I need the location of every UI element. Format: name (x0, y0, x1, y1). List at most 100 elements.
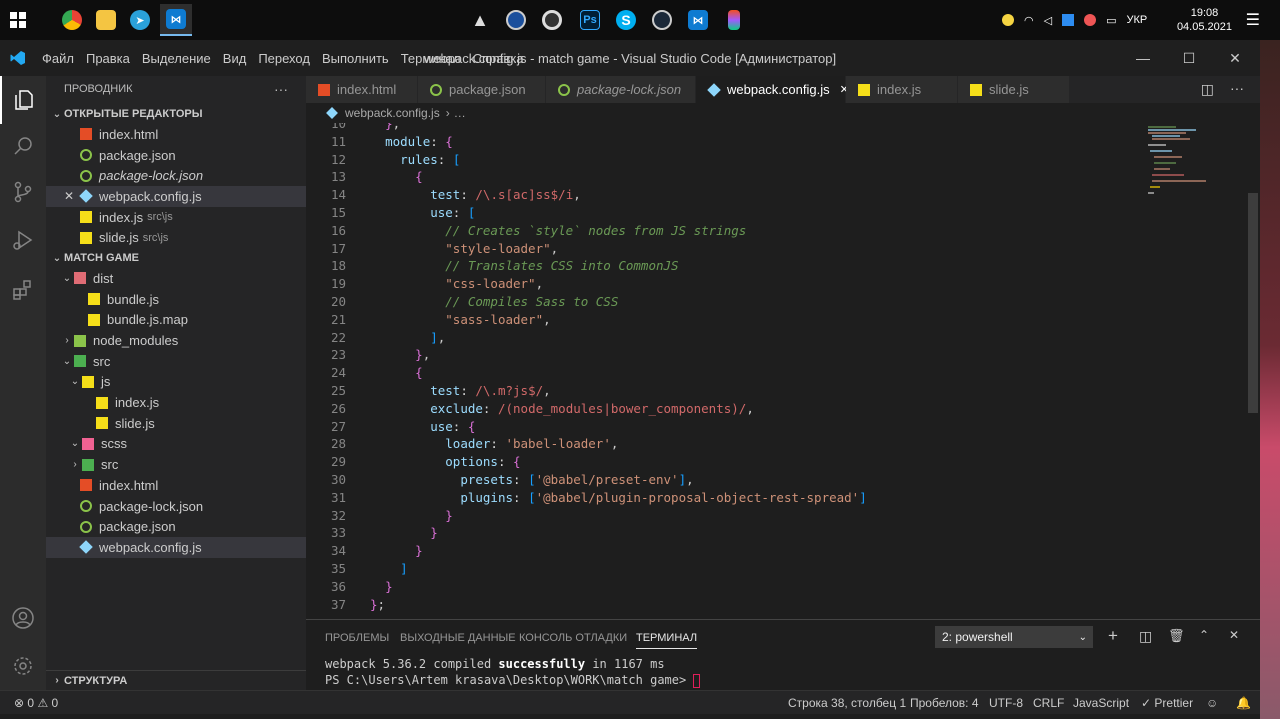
more-actions-icon[interactable]: ··· (1230, 80, 1244, 96)
breadcrumb-file[interactable]: webpack.config.js (345, 106, 440, 120)
settings-gear-icon[interactable] (0, 642, 46, 690)
folder-row[interactable]: ⌄ js (46, 372, 306, 393)
vscode2-taskbar-icon[interactable]: ⋈ (682, 4, 714, 36)
folder-row[interactable]: ⌄ scss (46, 434, 306, 455)
vertical-scrollbar[interactable] (1248, 193, 1258, 413)
encoding[interactable]: UTF-8 (989, 696, 1023, 710)
code-line[interactable]: 33 } (306, 524, 1146, 542)
code-line[interactable]: 19 "css-loader", (306, 275, 1146, 293)
open-editor-item-active[interactable]: ✕ webpack.config.js (46, 186, 306, 207)
telegram-taskbar-icon[interactable]: ➤ (124, 4, 156, 36)
code-line[interactable]: 27 use: { (306, 418, 1146, 436)
tab-webpack-config[interactable]: webpack.config.js ✕ (696, 76, 849, 103)
cinema4d-taskbar-icon[interactable] (500, 4, 532, 36)
vscode-taskbar-icon[interactable]: ⋈ (160, 4, 192, 36)
menu-go[interactable]: Переход (252, 51, 316, 66)
steam-taskbar-icon[interactable] (646, 4, 678, 36)
menu-view[interactable]: Вид (217, 51, 253, 66)
minimize-button[interactable]: — (1120, 40, 1166, 76)
code-line[interactable]: 22 ], (306, 329, 1146, 347)
file-row[interactable]: slide.js (46, 413, 306, 434)
open-editor-item[interactable]: index.html (46, 124, 306, 145)
open-editor-item[interactable]: slide.js src\js (46, 227, 306, 248)
code-editor[interactable]: 10 }, 11 module: {12 rules: [13 {14 test:… (306, 123, 1260, 619)
menu-edit[interactable]: Правка (80, 51, 136, 66)
minimap[interactable] (1146, 123, 1246, 203)
obs-taskbar-icon[interactable] (536, 4, 568, 36)
code-line[interactable]: 12 rules: [ (306, 151, 1146, 169)
language-mode[interactable]: JavaScript (1073, 696, 1129, 710)
code-line[interactable]: 20 // Compiles Sass to CSS (306, 293, 1146, 311)
wifi-icon[interactable]: ◠ (1024, 14, 1034, 27)
file-row[interactable]: bundle.js.map (46, 310, 306, 331)
tab-problems[interactable]: ПРОБЛЕМЫ (325, 632, 389, 644)
close-editor-icon[interactable]: ✕ (64, 189, 80, 203)
maximize-panel-icon[interactable]: ⌃ (1199, 628, 1209, 642)
maximize-button[interactable]: ☐ (1166, 40, 1212, 76)
code-line[interactable]: 15 use: [ (306, 204, 1146, 222)
code-line[interactable]: 31 plugins: ['@babel/plugin-proposal-obj… (306, 489, 1146, 507)
folder-row[interactable]: ⌄ src (46, 351, 306, 372)
chrome-taskbar-icon[interactable] (56, 4, 88, 36)
code-line[interactable]: 10 }, (306, 123, 1146, 133)
explorer-icon[interactable] (0, 76, 46, 124)
code-line[interactable]: 35 ] (306, 560, 1146, 578)
problems-status[interactable]: ⊗ 0 ⚠ 0 (14, 696, 58, 710)
code-line[interactable]: 21 "sass-loader", (306, 311, 1146, 329)
tab-output[interactable]: ВЫХОДНЫЕ ДАННЫЕ (400, 632, 516, 644)
notifications-icon[interactable]: ☰ (1246, 10, 1260, 30)
breadcrumb-more[interactable]: … (454, 106, 466, 120)
volume-icon[interactable]: ◁ (1044, 14, 1052, 27)
extensions-icon[interactable] (0, 266, 46, 314)
project-section[interactable]: ⌄ MATCH GAME (46, 248, 306, 268)
close-button[interactable]: ✕ (1212, 40, 1258, 76)
code-line[interactable]: 23 }, (306, 346, 1146, 364)
feedback-icon[interactable]: ☺ (1206, 696, 1218, 710)
language-indicator[interactable]: УКР (1126, 14, 1147, 26)
cursor-position[interactable]: Строка 38, столбец 1 (788, 696, 906, 710)
folder-row[interactable]: ⌄ dist (46, 268, 306, 289)
menu-run[interactable]: Выполнить (316, 51, 395, 66)
photoshop-taskbar-icon[interactable]: Ps (574, 4, 606, 36)
close-panel-icon[interactable]: ✕ (1229, 628, 1239, 642)
battery-icon[interactable]: ▭ (1106, 14, 1116, 27)
code-line[interactable]: 24 { (306, 364, 1146, 382)
split-editor-icon[interactable]: ◫ (1201, 81, 1214, 98)
assassins-creed-taskbar-icon[interactable]: ▲ (464, 4, 496, 36)
code-line[interactable]: 37}; (306, 596, 1146, 614)
tray-app3-icon[interactable] (1084, 14, 1097, 26)
open-editor-item[interactable]: index.js src\js (46, 207, 306, 228)
figma-taskbar-icon[interactable] (718, 4, 750, 36)
new-terminal-icon[interactable]: + (1108, 626, 1118, 646)
tab-index-html[interactable]: index.html (306, 76, 418, 103)
terminal-prompt-line[interactable]: PS C:\Users\Artem krasava\Desktop\WORK\m… (325, 673, 701, 688)
menu-help[interactable]: Справка (467, 51, 530, 66)
code-line[interactable]: 14 test: /\.s[ac]ss$/i, (306, 186, 1146, 204)
code-line[interactable]: 29 options: { (306, 453, 1146, 471)
tab-package-lock-json[interactable]: package-lock.json (546, 76, 696, 103)
tab-package-json[interactable]: package.json (418, 76, 546, 103)
code-line[interactable]: 30 presets: ['@babel/preset-env'], (306, 471, 1146, 489)
tab-slide-js[interactable]: slide.js (958, 76, 1070, 103)
search-icon[interactable] (0, 122, 46, 170)
folder-row[interactable]: › src (46, 454, 306, 475)
trash-icon[interactable]: 🗑 (1168, 628, 1185, 644)
outline-section[interactable]: › СТРУКТУРА (46, 670, 306, 690)
eol[interactable]: CRLF (1033, 696, 1064, 710)
code-line[interactable]: 25 test: /\.m?js$/, (306, 382, 1146, 400)
tray-app-icon[interactable] (1002, 14, 1014, 26)
tray-app2-icon[interactable] (1062, 14, 1075, 26)
tab-terminal[interactable]: ТЕРМИНАЛ (636, 632, 698, 649)
file-row[interactable]: index.html (46, 475, 306, 496)
file-row[interactable]: bundle.js (46, 289, 306, 310)
bell-icon[interactable]: 🔔 (1236, 696, 1251, 710)
skype-taskbar-icon[interactable]: S (610, 4, 642, 36)
tab-index-js[interactable]: index.js (846, 76, 958, 103)
run-debug-icon[interactable] (0, 216, 46, 264)
open-editor-item[interactable]: package.json (46, 145, 306, 166)
code-line[interactable]: 16 // Creates `style` nodes from JS stri… (306, 222, 1146, 240)
folder-row[interactable]: › node_modules (46, 330, 306, 351)
code-line[interactable]: 28 loader: 'babel-loader', (306, 435, 1146, 453)
code-line[interactable]: 13 { (306, 168, 1146, 186)
file-row-selected[interactable]: webpack.config.js (46, 537, 306, 558)
